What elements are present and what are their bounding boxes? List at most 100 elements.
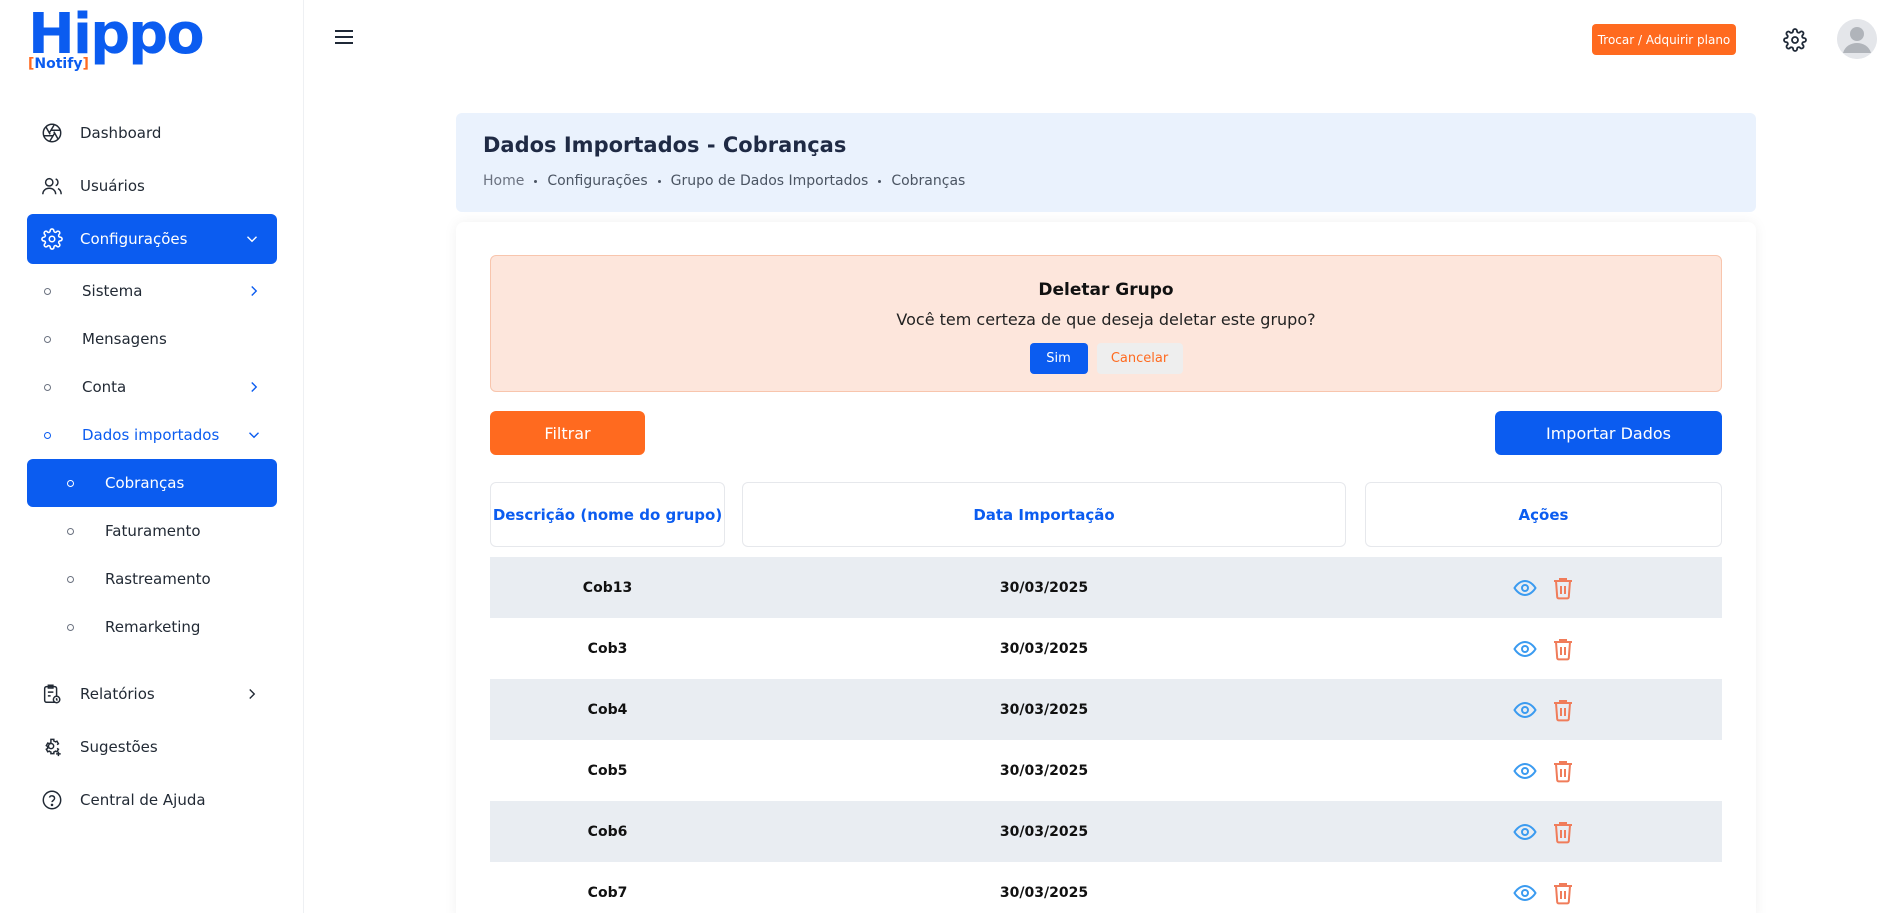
sidebar-subitem-remarketing[interactable]: Remarketing — [27, 603, 277, 651]
sidebar-item-usuarios[interactable]: Usuários — [27, 161, 277, 211]
cell-actions — [1365, 879, 1722, 907]
delete-trash-icon[interactable] — [1549, 696, 1577, 724]
sidebar-item-configuracoes[interactable]: Configurações — [27, 214, 277, 264]
alert-buttons: Sim Cancelar — [491, 343, 1721, 374]
view-eye-icon[interactable] — [1511, 696, 1539, 724]
sidebar-item-label: Mensagens — [82, 330, 167, 348]
table-row: Cob7 30/03/2025 — [490, 862, 1722, 913]
bullet-icon — [67, 624, 74, 631]
brand-logo[interactable]: Hippo [Notify] — [28, 2, 208, 76]
sidebar-subitem-dados-importados[interactable]: Dados importados — [27, 411, 277, 459]
table-body: Cob13 30/03/2025 Cob3 30/03/2025 Cob4 30/03/2… — [490, 557, 1722, 913]
table-row: Cob6 30/03/2025 — [490, 801, 1722, 862]
sidebar-item-label: Configurações — [80, 230, 188, 248]
sidebar-item-label: Sistema — [82, 282, 143, 300]
bullet-icon — [67, 480, 74, 487]
cell-actions — [1365, 574, 1722, 602]
sidebar-subitem-rastreamento[interactable]: Rastreamento — [27, 555, 277, 603]
delete-trash-icon[interactable] — [1549, 757, 1577, 785]
cell-description: Cob7 — [587, 884, 628, 901]
sidebar-item-sugestoes[interactable]: Sugestões — [27, 722, 277, 772]
alert-message: Você tem certeza de que deseja deletar e… — [896, 310, 1316, 329]
cell-description: Cob5 — [587, 762, 628, 779]
report-icon — [40, 682, 64, 706]
breadcrumb-grupo-dados[interactable]: Grupo de Dados Importados — [671, 173, 869, 189]
import-data-button[interactable]: Importar Dados — [1495, 411, 1722, 455]
breadcrumb-separator — [657, 179, 661, 183]
column-header-description[interactable]: Descrição (nome do grupo) — [490, 482, 725, 547]
gear-icon — [40, 227, 64, 251]
sidebar-subitem-mensagens[interactable]: Mensagens — [27, 315, 277, 363]
delete-trash-icon[interactable] — [1549, 574, 1577, 602]
confirm-delete-button[interactable]: Sim — [1029, 343, 1088, 374]
content-card: Deletar Grupo Você tem certeza de que de… — [456, 222, 1756, 913]
hamburger-menu-icon[interactable] — [334, 29, 354, 45]
users-icon — [40, 174, 64, 198]
chevron-down-icon — [249, 432, 259, 439]
sidebar: Hippo [Notify] Dashboard Usuários Config… — [0, 0, 304, 913]
cell-actions — [1365, 696, 1722, 724]
sidebar-item-label: Cobranças — [105, 474, 185, 492]
sidebar-item-label: Relatórios — [80, 685, 155, 703]
sidebar-item-label: Faturamento — [105, 522, 201, 540]
column-header-import-date[interactable]: Data Importação — [742, 482, 1346, 547]
breadcrumb-home[interactable]: Home — [483, 173, 524, 189]
cell-description: Cob4 — [587, 701, 628, 718]
breadcrumb: Home Configurações Grupo de Dados Import… — [483, 173, 965, 189]
delete-group-alert: Deletar Grupo Você tem certeza de que de… — [490, 255, 1722, 392]
sidebar-subitem-faturamento[interactable]: Faturamento — [27, 507, 277, 555]
cell-actions — [1365, 818, 1722, 846]
filter-button[interactable]: Filtrar — [490, 411, 645, 455]
cell-description: Cob3 — [587, 640, 628, 657]
brand-sub: [Notify] — [28, 56, 89, 72]
sidebar-item-central-de-ajuda[interactable]: Central de Ajuda — [27, 775, 277, 825]
delete-trash-icon[interactable] — [1549, 635, 1577, 663]
sidebar-nav: Dashboard Usuários Configurações Sistema — [27, 108, 277, 828]
cancel-delete-button[interactable]: Cancelar — [1096, 343, 1183, 374]
cell-description: Cob6 — [587, 823, 628, 840]
table-row: Cob5 30/03/2025 — [490, 740, 1722, 801]
view-eye-icon[interactable] — [1511, 818, 1539, 846]
sidebar-subitem-cobrancas[interactable]: Cobranças — [27, 459, 277, 507]
view-eye-icon[interactable] — [1511, 635, 1539, 663]
cell-actions — [1365, 635, 1722, 663]
view-eye-icon[interactable] — [1511, 879, 1539, 907]
sidebar-item-dashboard[interactable]: Dashboard — [27, 108, 277, 158]
gear-plus-icon — [40, 735, 64, 759]
sidebar-item-label: Dashboard — [80, 124, 162, 142]
cell-import-date: 30/03/2025 — [999, 884, 1089, 901]
breadcrumb-configuracoes[interactable]: Configurações — [547, 173, 647, 189]
chevron-right-icon — [251, 382, 258, 392]
help-icon — [40, 788, 64, 812]
cell-actions — [1365, 757, 1722, 785]
view-eye-icon[interactable] — [1511, 574, 1539, 602]
chevron-right-icon — [251, 286, 258, 296]
app-root: Hippo [Notify] Dashboard Usuários Config… — [0, 0, 1899, 913]
page-title: Dados Importados - Cobranças — [483, 133, 847, 157]
chevron-down-icon — [247, 236, 257, 243]
view-eye-icon[interactable] — [1511, 757, 1539, 785]
bullet-icon — [67, 528, 74, 535]
delete-trash-icon[interactable] — [1549, 818, 1577, 846]
bullet-icon — [44, 288, 51, 295]
column-header-actions: Ações — [1365, 482, 1722, 547]
settings-gear-icon[interactable] — [1783, 28, 1807, 52]
sidebar-item-label: Sugestões — [80, 738, 158, 756]
table-row: Cob13 30/03/2025 — [490, 557, 1722, 618]
cell-import-date: 30/03/2025 — [999, 640, 1089, 657]
user-avatar[interactable] — [1837, 19, 1877, 59]
sidebar-subitem-conta[interactable]: Conta — [27, 363, 277, 411]
sidebar-item-relatorios[interactable]: Relatórios — [27, 669, 277, 719]
bullet-icon — [44, 384, 51, 391]
chevron-right-icon — [249, 689, 256, 699]
bullet-icon — [44, 336, 51, 343]
table-row: Cob4 30/03/2025 — [490, 679, 1722, 740]
delete-trash-icon[interactable] — [1549, 879, 1577, 907]
sidebar-item-label: Conta — [82, 378, 127, 396]
change-plan-button[interactable]: Trocar / Adquirir plano — [1592, 24, 1736, 55]
alert-title: Deletar Grupo — [1038, 280, 1174, 300]
bullet-icon — [44, 432, 51, 439]
aperture-icon — [40, 121, 64, 145]
cell-import-date: 30/03/2025 — [999, 823, 1089, 840]
sidebar-subitem-sistema[interactable]: Sistema — [27, 267, 277, 315]
